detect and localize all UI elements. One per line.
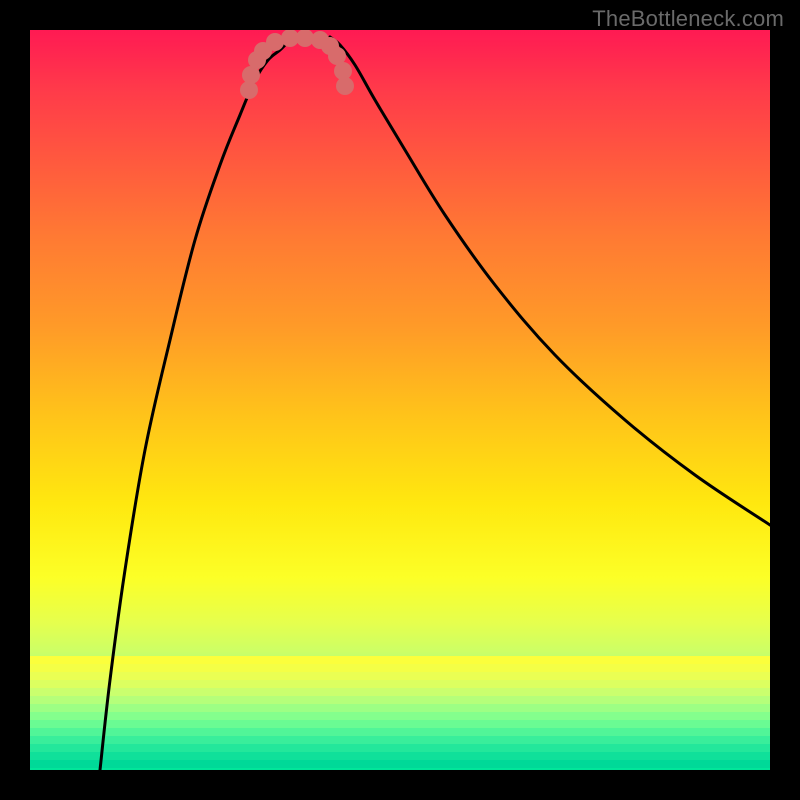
curve-right-curve (330, 37, 770, 525)
chart-svg (30, 30, 770, 770)
chart-plot-area (30, 30, 770, 770)
trough-marker (336, 77, 354, 95)
watermark-text: TheBottleneck.com (592, 6, 784, 32)
curve-left-curve (100, 37, 295, 770)
